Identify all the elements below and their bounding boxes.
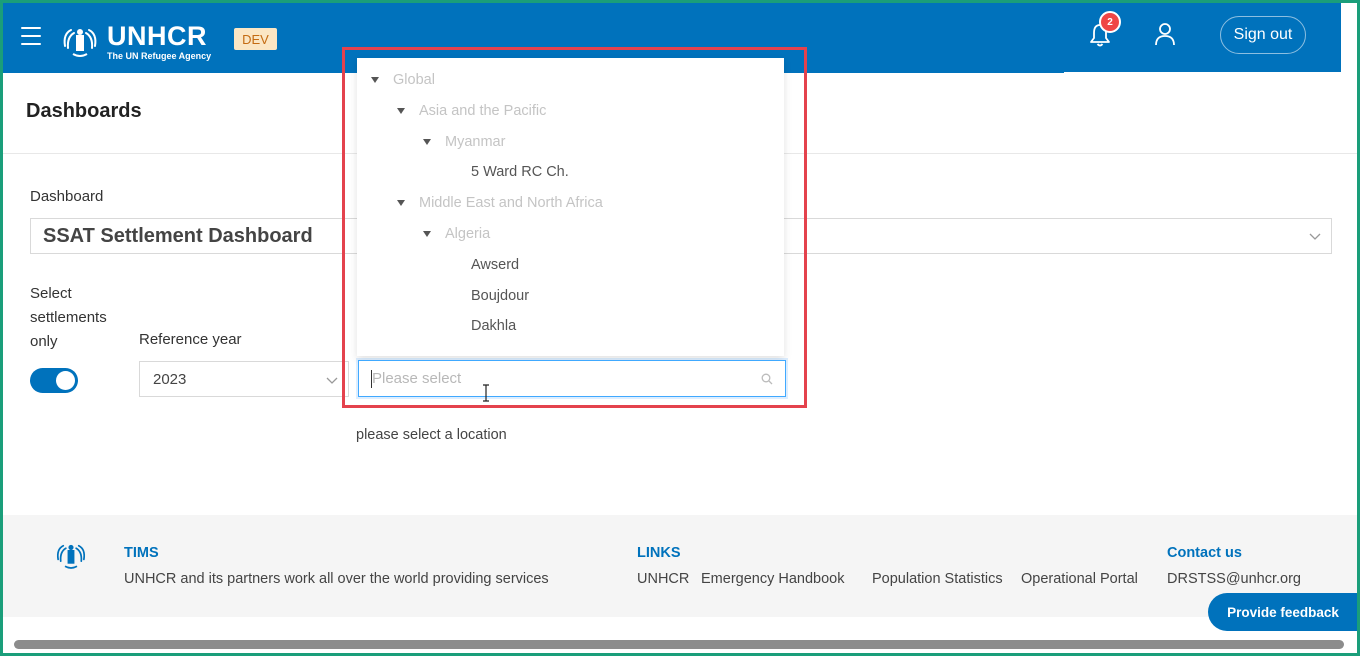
caret-down-icon[interactable]	[397, 107, 405, 114]
location-search-input[interactable]: Please select	[358, 360, 786, 397]
dashboard-select-value: SSAT Settlement Dashboard	[43, 225, 313, 247]
tree-node-awserd[interactable]: Awserd	[471, 254, 519, 276]
footer-tims-heading: TIMS	[124, 545, 159, 561]
tree-node-dakhla[interactable]: Dakhla	[471, 315, 516, 337]
tree-node-asia-and-the-pacific[interactable]: Asia and the Pacific	[397, 100, 546, 122]
tree-node-label: Global	[393, 72, 435, 88]
chevron-down-icon	[326, 377, 338, 384]
select-settlements-label: Select settlements only	[30, 285, 107, 350]
tree-node-boujdour[interactable]: Boujdour	[471, 285, 529, 307]
unhcr-emblem-icon	[56, 544, 86, 569]
footer-link-unhcr[interactable]: UNHCR	[637, 571, 689, 587]
location-hint: please select a location	[356, 427, 507, 443]
footer-contact-email[interactable]: DRSTSS@unhcr.org	[1167, 571, 1301, 587]
caret-down-icon[interactable]	[371, 77, 379, 83]
notification-count-badge: 2	[1099, 11, 1121, 33]
tree-node-label: Dakhla	[471, 318, 517, 335]
location-input-placeholder: Please select	[372, 370, 462, 387]
select-settlements-toggle[interactable]	[30, 368, 78, 393]
logo-name: UNHCR	[107, 21, 207, 51]
footer-link-emergency-handbook[interactable]: Emergency Handbook	[701, 571, 844, 587]
page-title: Dashboards	[26, 100, 142, 122]
tree-node-label: Algeria	[445, 226, 491, 242]
location-tree-dropdown: Global Asia and the Pacific Myanmar 5 Ward …	[357, 58, 784, 356]
footer-link-population-statistics[interactable]: Population Statistics	[872, 571, 1003, 587]
header-underline	[1064, 72, 1341, 74]
tree-node-label: Myanmar	[445, 133, 506, 150]
tree-node-global[interactable]: Global	[371, 69, 435, 91]
text-cursor-icon	[483, 384, 489, 402]
footer-links-heading: LINKS	[637, 545, 681, 561]
tree-node-algeria[interactable]: Algeria	[423, 223, 490, 245]
footer-link-operational-portal[interactable]: Operational Portal	[1021, 571, 1138, 587]
toggle-knob	[56, 371, 75, 390]
text-caret	[371, 370, 372, 388]
tree-node-label: Boujdour	[471, 287, 530, 304]
reference-year-select[interactable]: 2023	[139, 361, 349, 397]
unhcr-emblem-icon	[63, 29, 97, 57]
hamburger-menu-icon[interactable]	[21, 27, 41, 45]
horizontal-scrollbar[interactable]	[14, 640, 1344, 649]
caret-down-icon[interactable]	[397, 200, 405, 207]
tree-node-label: Awserd	[471, 256, 520, 273]
tree-node-label: Middle East and North Africa	[419, 195, 603, 212]
environment-badge: DEV	[234, 28, 277, 50]
reference-year-label: Reference year	[139, 331, 242, 348]
tree-node-middle-east-and-north-africa[interactable]: Middle East and North Africa	[397, 192, 603, 214]
chevron-down-icon	[1309, 233, 1321, 240]
tree-node-label: Asia and the Pacific	[419, 102, 547, 119]
footer-tims-text: UNHCR and its partners work all over the…	[124, 571, 549, 587]
reference-year-value: 2023	[153, 371, 187, 388]
provide-feedback-button[interactable]: Provide feedback	[1208, 593, 1358, 631]
user-icon[interactable]	[1154, 22, 1176, 46]
logo-subtitle: The UN Refugee Agency	[107, 51, 212, 61]
dashboard-label: Dashboard	[30, 188, 104, 205]
search-icon	[761, 373, 773, 385]
footer: TIMS UNHCR and its partners work all ove…	[3, 515, 1357, 617]
sign-out-button[interactable]: Sign out	[1220, 16, 1306, 54]
caret-down-icon[interactable]	[423, 138, 431, 145]
tree-node-5-ward-rc-ch[interactable]: 5 Ward RC Ch.	[471, 161, 569, 183]
unhcr-logo[interactable]: UNHCR The UN Refugee Agency	[59, 23, 211, 61]
tree-node-myanmar[interactable]: Myanmar	[423, 131, 505, 153]
tree-node-label: 5 Ward RC Ch.	[471, 164, 569, 181]
footer-contact-heading: Contact us	[1167, 545, 1242, 561]
caret-down-icon[interactable]	[423, 231, 431, 237]
